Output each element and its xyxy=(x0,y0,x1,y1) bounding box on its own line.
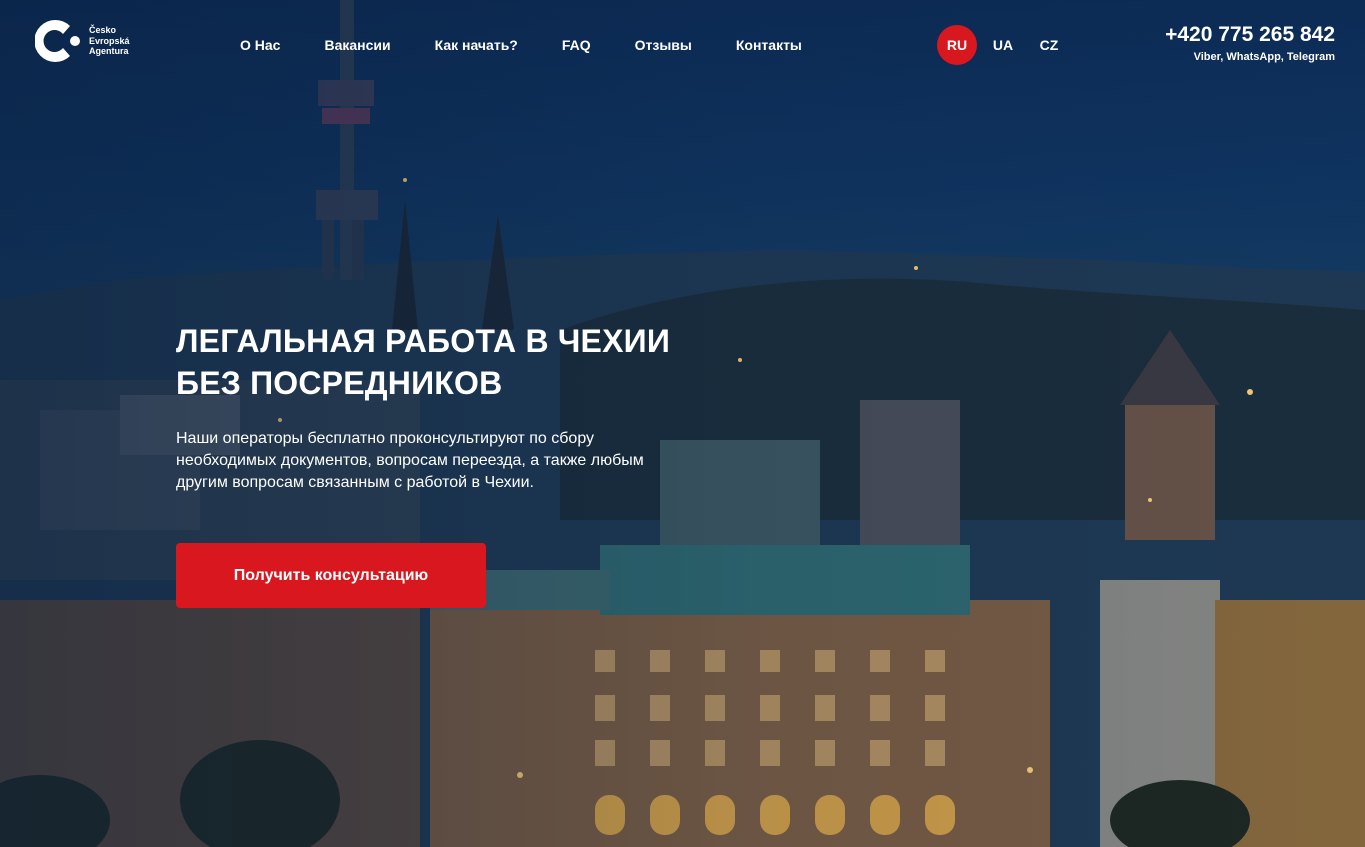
logo-line: Evropská xyxy=(89,35,130,46)
logo-line: Česko xyxy=(89,25,117,36)
site-header: Česko Evropská Agentura О Нас Вакансии К… xyxy=(0,0,1365,90)
hero-title-line: БЕЗ ПОСРЕДНИКОВ xyxy=(176,365,503,401)
language-switcher: RU UA CZ xyxy=(937,25,1075,65)
hero-title: ЛЕГАЛЬНАЯ РАБОТА В ЧЕХИИ БЕЗ ПОСРЕДНИКОВ xyxy=(176,320,696,404)
get-consultation-button[interactable]: Получить консультацию xyxy=(176,543,486,608)
hero-content: ЛЕГАЛЬНАЯ РАБОТА В ЧЕХИИ БЕЗ ПОСРЕДНИКОВ… xyxy=(176,320,696,494)
nav-item-vacancies[interactable]: Вакансии xyxy=(324,36,390,56)
nav-item-contacts[interactable]: Контакты xyxy=(736,36,802,56)
nav-item-how-to-start[interactable]: Как начать? xyxy=(435,36,518,56)
nav-item-about[interactable]: О Нас xyxy=(240,36,280,56)
nav-item-faq[interactable]: FAQ xyxy=(562,36,591,56)
hero-title-line: ЛЕГАЛЬНАЯ РАБОТА В ЧЕХИИ xyxy=(176,323,671,359)
lang-ua-button[interactable]: UA xyxy=(983,25,1023,65)
logo-text: Česko Evropská Agentura xyxy=(89,25,130,57)
messengers-label: Viber, WhatsApp, Telegram xyxy=(1193,51,1335,63)
logo-line: Agentura xyxy=(89,46,129,57)
nav-item-reviews[interactable]: Отзывы xyxy=(635,36,692,56)
lang-ru-button[interactable]: RU xyxy=(937,25,977,65)
logo[interactable]: Česko Evropská Agentura xyxy=(35,17,145,65)
phone-link[interactable]: +420 775 265 842 xyxy=(1165,22,1335,48)
hero-section: Česko Evropská Agentura О Нас Вакансии К… xyxy=(0,0,1365,847)
lang-cz-button[interactable]: CZ xyxy=(1029,25,1069,65)
logo-c-icon xyxy=(35,20,80,62)
main-nav: О Нас Вакансии Как начать? FAQ Отзывы Ко… xyxy=(240,36,802,56)
contact-block: +420 775 265 842 Viber, WhatsApp, Telegr… xyxy=(1165,22,1335,64)
hero-description: Наши операторы бесплатно проконсультирую… xyxy=(176,430,644,491)
